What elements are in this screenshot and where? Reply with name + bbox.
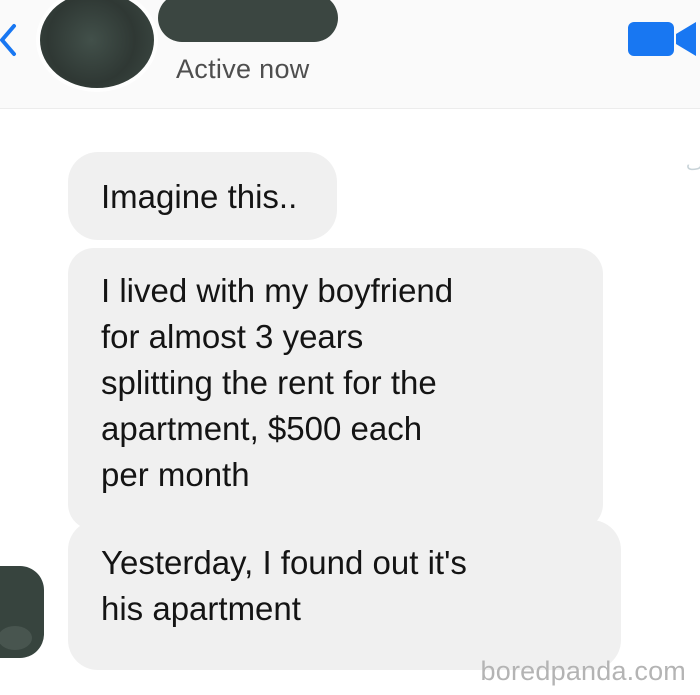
read-receipt-icon: ٮ <box>686 154 700 174</box>
message-text: Yesterday, I found out it's his apartmen… <box>101 544 467 627</box>
message-bubble[interactable]: Imagine this.. <box>68 152 338 240</box>
message-bubble[interactable]: Yesterday, I found out it's his apartmen… <box>68 520 621 670</box>
video-camera-icon[interactable] <box>626 16 700 62</box>
message-text: I lived with my boyfriend for almost 3 y… <box>101 272 454 493</box>
message-bubble[interactable]: I lived with my boyfriend for almost 3 y… <box>68 248 603 530</box>
contact-avatar[interactable] <box>40 0 154 88</box>
chat-header: Active now <box>0 0 700 109</box>
chevron-left-icon[interactable] <box>0 20 18 60</box>
message-text: Imagine this.. <box>101 178 298 215</box>
contact-name-redaction[interactable] <box>158 0 338 42</box>
active-status-label: Active now <box>176 54 310 84</box>
site-watermark: boredpanda.com <box>480 656 686 686</box>
sender-avatar <box>0 566 44 658</box>
